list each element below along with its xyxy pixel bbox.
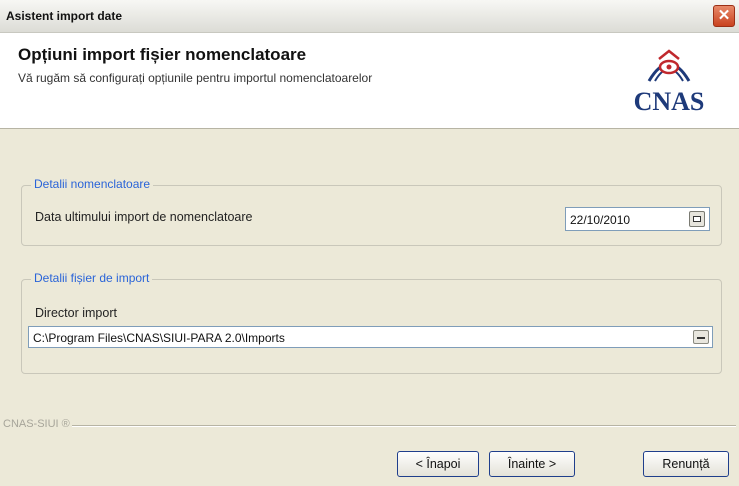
group-fisier-import: Detalii fișier de import Director import… <box>21 271 722 374</box>
logo-text: CNAS <box>633 87 705 116</box>
wizard-header: Opțiuni import fișier nomenclatoare Vă r… <box>0 33 739 129</box>
page-title: Opțiuni import fișier nomenclatoare <box>18 45 307 64</box>
group-fisier-legend: Detalii fișier de import <box>31 271 153 285</box>
cnas-logo-icon <box>647 49 691 82</box>
last-import-date-value: 22/10/2010 <box>570 213 631 227</box>
calendar-icon <box>693 216 701 222</box>
group-nomenclatoare: Detalii nomenclatoare Data ultimului imp… <box>21 177 722 246</box>
footer-divider <box>72 425 736 427</box>
import-directory-label: Director import <box>35 306 117 320</box>
cnas-logo: CNAS <box>615 39 723 121</box>
last-import-date-label: Data ultimului import de nomenclatoare <box>35 210 253 224</box>
next-button[interactable]: Înainte > <box>489 451 575 477</box>
product-label: CNAS-SIUI ® <box>3 418 70 430</box>
import-directory-value: C:\Program Files\CNAS\SIUI-PARA 2.0\Impo… <box>33 331 285 345</box>
date-picker-button[interactable] <box>689 211 705 227</box>
last-import-date-field[interactable]: 22/10/2010 <box>565 207 710 231</box>
close-button[interactable]: ✕ <box>713 5 735 27</box>
back-button[interactable]: < Înapoi <box>397 451 479 477</box>
cancel-button[interactable]: Renunță <box>643 451 729 477</box>
window-title: Asistent import date <box>6 9 123 23</box>
browse-icon <box>697 337 705 339</box>
title-bar: Asistent import date ✕ <box>0 0 739 33</box>
group-nomenclatoare-legend: Detalii nomenclatoare <box>31 177 154 191</box>
close-icon: ✕ <box>717 7 731 24</box>
page-subtitle: Vă rugăm să configurați opțiunile pentru… <box>18 71 373 85</box>
import-directory-field[interactable]: C:\Program Files\CNAS\SIUI-PARA 2.0\Impo… <box>28 326 713 348</box>
browse-button[interactable] <box>693 330 709 344</box>
